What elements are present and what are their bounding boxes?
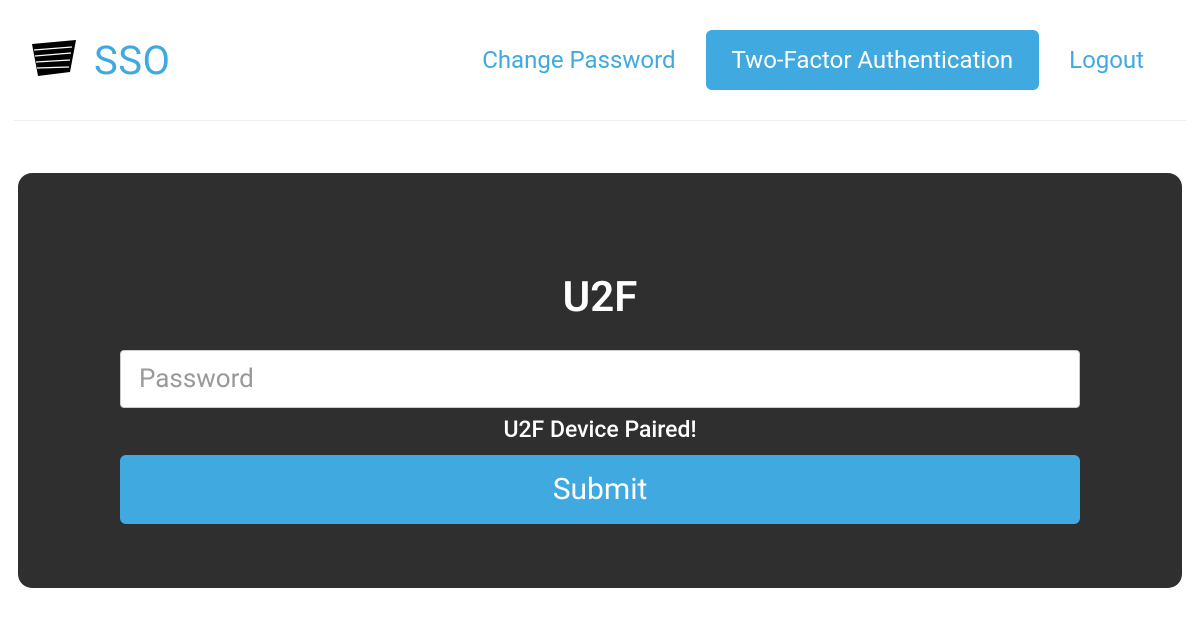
header: SSO Change Password Two-Factor Authentic… [0, 0, 1200, 110]
u2f-panel: U2F U2F Device Paired! Submit [18, 173, 1182, 588]
panel-container: U2F U2F Device Paired! Submit [0, 121, 1200, 588]
nav-change-password[interactable]: Change Password [456, 30, 701, 90]
brand: SSO [30, 37, 171, 84]
panel-title: U2F [120, 273, 1080, 322]
submit-button[interactable]: Submit [120, 455, 1080, 524]
logo-icon [30, 40, 78, 80]
password-input[interactable] [120, 350, 1080, 408]
nav-logout[interactable]: Logout [1043, 30, 1170, 90]
device-status: U2F Device Paired! [120, 416, 1080, 443]
nav-two-factor[interactable]: Two-Factor Authentication [706, 30, 1040, 90]
nav: Change Password Two-Factor Authenticatio… [456, 30, 1170, 90]
brand-title: SSO [94, 37, 171, 84]
